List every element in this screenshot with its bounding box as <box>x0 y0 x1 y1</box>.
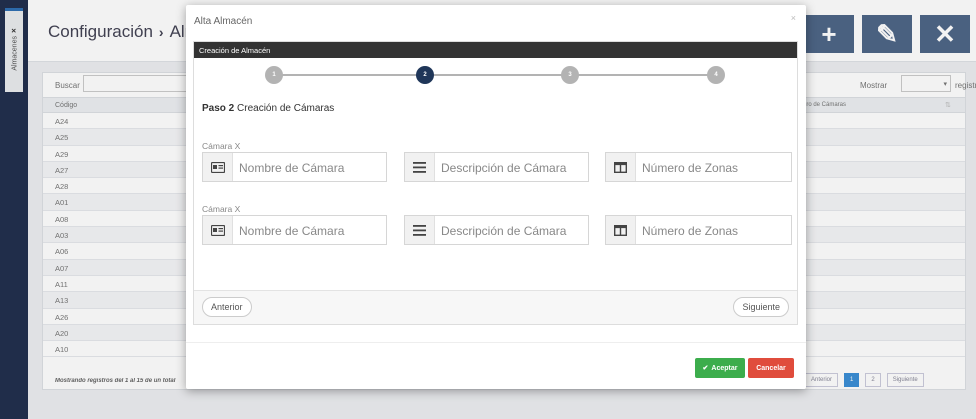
modal-footer-divider <box>186 342 806 343</box>
step-1[interactable]: 1 <box>265 66 283 84</box>
step-description: Creación de Cámaras <box>237 103 335 114</box>
camera-description-field[interactable]: Descripción de Cámara <box>404 152 589 182</box>
camera-zones-field[interactable]: Número de Zonas <box>605 152 792 182</box>
align-justify-icon <box>405 216 435 244</box>
camera-label: Cámara X <box>202 204 241 214</box>
wizard-panel: Creación de Almacén 1 2 3 4 Paso 2 Creac… <box>193 41 798 325</box>
step-number: Paso 2 <box>202 103 235 114</box>
cancel-button[interactable]: Cancelar <box>748 358 794 378</box>
columns-icon <box>606 153 636 181</box>
modal-close-icon[interactable]: × <box>791 13 796 23</box>
prev-step-button[interactable]: Anterior <box>202 297 252 317</box>
check-icon: ✔ <box>702 365 709 372</box>
camera-name-field[interactable]: Nombre de Cámara <box>202 152 387 182</box>
camera-name-placeholder: Nombre de Cámara <box>239 224 345 238</box>
columns-icon <box>606 216 636 244</box>
camera-description-placeholder: Descripción de Cámara <box>441 161 567 175</box>
wizard-title: Creación de Almacén <box>194 42 797 58</box>
camera-zones-placeholder: Número de Zonas <box>642 161 739 175</box>
step-2[interactable]: 2 <box>416 66 434 84</box>
camera-description-field[interactable]: Descripción de Cámara <box>404 215 589 245</box>
align-justify-icon <box>405 153 435 181</box>
camera-name-placeholder: Nombre de Cámara <box>239 161 345 175</box>
wizard-steps: 1 2 3 4 <box>194 58 797 92</box>
steps-line <box>276 74 716 76</box>
id-card-icon <box>203 153 233 181</box>
step-heading: Paso 2 Creación de Cámaras <box>202 103 334 114</box>
step-3[interactable]: 3 <box>561 66 579 84</box>
accept-button[interactable]: ✔ Aceptar <box>695 358 745 378</box>
alta-almacen-modal: Alta Almacén × Creación de Almacén 1 2 3… <box>186 5 806 389</box>
id-card-icon <box>203 216 233 244</box>
wizard-nav: Anterior Siguiente <box>194 290 797 324</box>
camera-description-placeholder: Descripción de Cámara <box>441 224 567 238</box>
next-step-button[interactable]: Siguiente <box>733 297 789 317</box>
modal-title: Alta Almacén <box>194 16 253 27</box>
camera-zones-field[interactable]: Número de Zonas <box>605 215 792 245</box>
camera-label: Cámara X <box>202 141 241 151</box>
camera-name-field[interactable]: Nombre de Cámara <box>202 215 387 245</box>
step-4[interactable]: 4 <box>707 66 725 84</box>
accept-label: Aceptar <box>711 364 738 372</box>
camera-zones-placeholder: Número de Zonas <box>642 224 739 238</box>
